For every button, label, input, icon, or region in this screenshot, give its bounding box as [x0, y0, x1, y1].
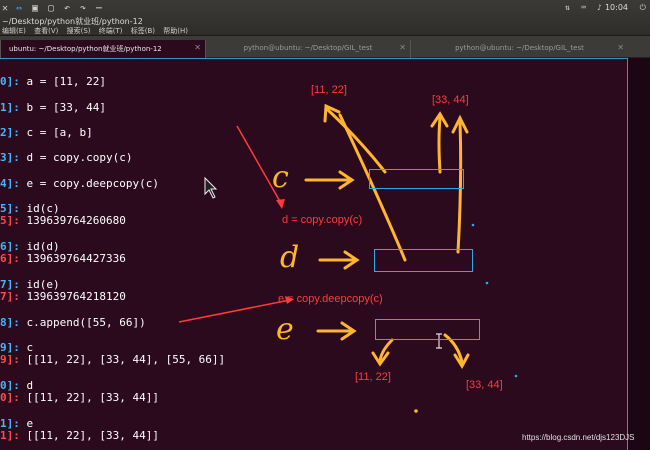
red-arrowhead [276, 199, 285, 209]
dot [485, 281, 489, 285]
arrow-c-to-list-b [437, 116, 442, 174]
red-arrow-deep [178, 299, 291, 323]
label-deep-copy: e = copy.deepcopy(c) [278, 293, 383, 305]
handwritten-c: c [272, 160, 289, 195]
arrow-c-to-list-a [326, 108, 387, 174]
variable-box-d [374, 249, 473, 272]
dot [414, 409, 418, 413]
dot [514, 374, 518, 378]
handwritten-d: d [280, 240, 300, 275]
watermark: https://blog.csdn.net/djs123DJS [522, 433, 635, 442]
label-list-b-bottom: [33, 44] [466, 379, 503, 391]
label-list-a-bottom: [11, 22] [355, 371, 391, 383]
label-list-a-top: [11, 22] [311, 84, 347, 96]
variable-box-c [369, 169, 464, 189]
variable-box-e [375, 319, 480, 340]
label-list-b-top: [33, 44] [432, 94, 469, 106]
label-shallow-copy: d = copy.copy(c) [282, 214, 363, 226]
dot [471, 223, 475, 227]
mouse-cursor-icon [204, 176, 218, 199]
handwritten-e: e [276, 312, 294, 347]
